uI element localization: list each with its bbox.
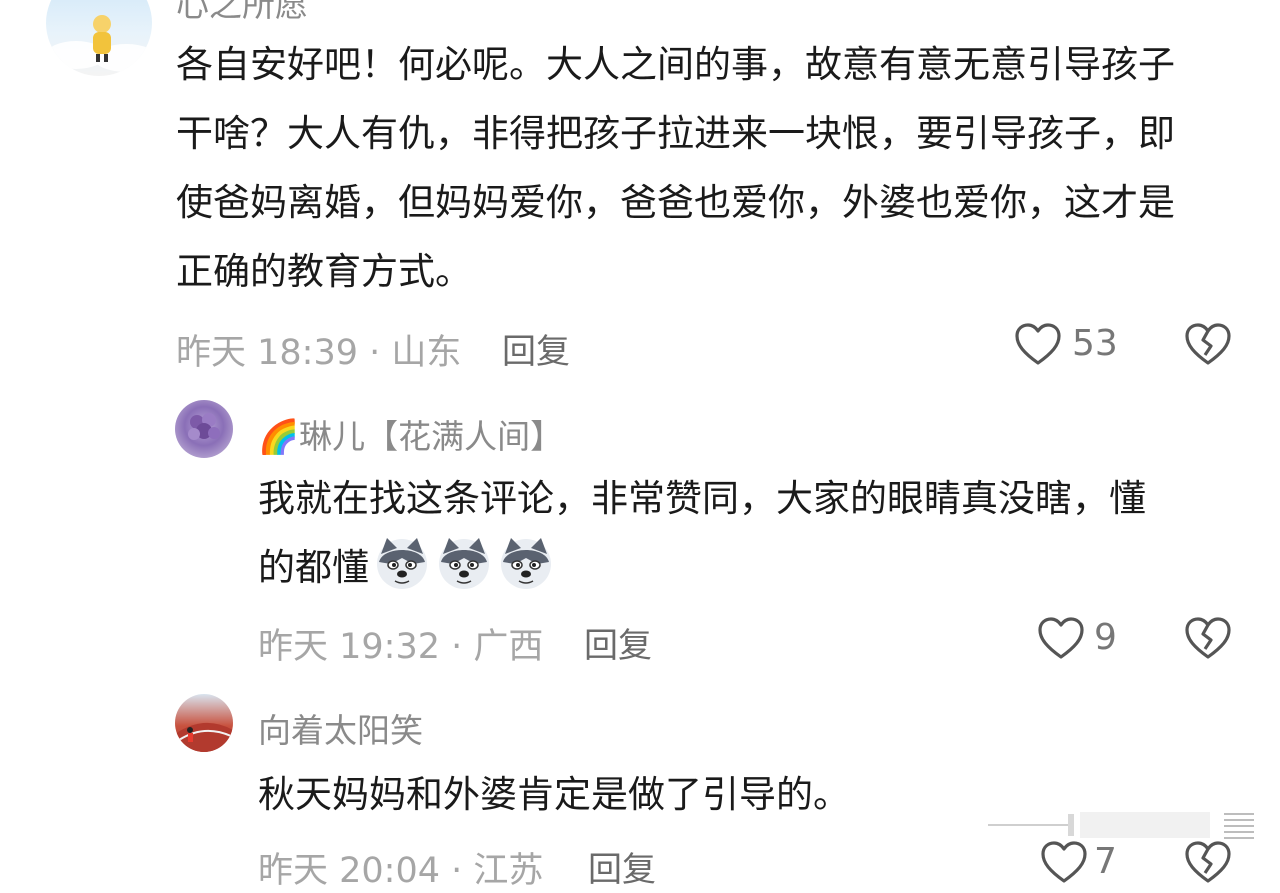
like-count: 7	[1094, 841, 1117, 882]
wolf-emoji-icon	[497, 534, 555, 592]
broken-heart-icon[interactable]	[1184, 840, 1232, 888]
broken-heart-icon[interactable]	[1184, 616, 1232, 664]
comment-text: 各自安好吧！何必呢。大人之间的事，故意有意无意引导孩子干啥？大人有仇，非得把孩子…	[176, 43, 1175, 293]
username[interactable]: 向着太阳笑	[258, 704, 423, 752]
reply-button[interactable]: 回复	[502, 324, 570, 373]
wolf-emoji-icon	[435, 534, 493, 592]
username[interactable]: 🌈琳儿【花满人间】	[258, 410, 563, 458]
username[interactable]: 心之所愿	[176, 0, 308, 26]
reply-button[interactable]: 回复	[584, 618, 652, 667]
watermark-logo-icon	[988, 808, 1256, 846]
reply-button[interactable]: 回复	[588, 842, 656, 891]
wolf-emoji-icon	[373, 534, 431, 592]
comment-time-location: 昨天 20:04 · 江苏	[258, 851, 544, 891]
heart-outline-icon[interactable]	[1037, 616, 1085, 664]
avatar[interactable]	[175, 694, 233, 752]
heart-outline-icon[interactable]	[1014, 322, 1062, 370]
avatar[interactable]	[175, 400, 233, 458]
comment-time-location: 昨天 18:39 · 山东	[176, 333, 462, 373]
avatar[interactable]	[46, 0, 152, 76]
like-count: 53	[1072, 323, 1118, 364]
broken-heart-icon[interactable]	[1184, 322, 1232, 370]
comment-text: 我就在找这条评论，非常赞同，大家的眼睛真没瞎，懂的都懂	[258, 464, 1178, 602]
heart-outline-icon[interactable]	[1040, 840, 1088, 888]
like-count: 9	[1094, 617, 1117, 658]
comment-time-location: 昨天 19:32 · 广西	[258, 627, 544, 667]
